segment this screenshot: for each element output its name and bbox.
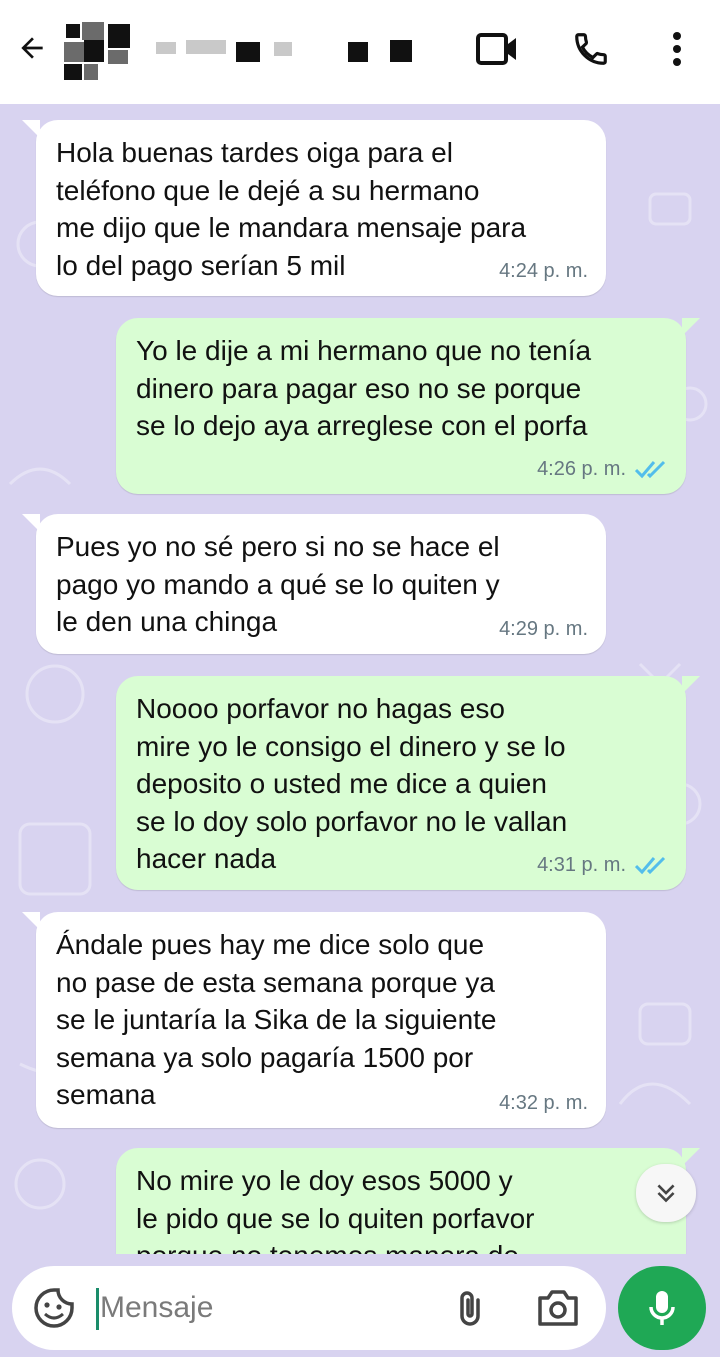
camera-icon[interactable] [534,1286,582,1330]
more-options-button[interactable] [654,26,700,72]
text-cursor [96,1288,99,1330]
chat-header [0,0,720,104]
message-time: 4:26 p. m. [537,457,626,480]
message-bubble-incoming[interactable]: Hola buenas tardes oiga para el teléfono… [22,120,606,296]
sticker-emoji-icon[interactable] [32,1286,76,1330]
double-check-read-icon [634,461,666,479]
video-call-button[interactable] [474,26,520,72]
message-input-container[interactable] [12,1266,606,1350]
message-time: 4:29 p. m. [499,617,588,640]
voice-message-button[interactable] [618,1266,706,1350]
more-vert-icon [673,32,681,66]
back-button[interactable] [12,28,52,68]
message-bubble-outgoing[interactable]: No mire yo le doy esos 5000 y le pido qu… [116,1148,700,1254]
message-time: 4:31 p. m. [537,853,626,876]
microphone-icon [649,1291,675,1325]
voice-call-button[interactable] [568,26,614,72]
chevron-double-down-icon [657,1184,675,1203]
contact-info-redacted[interactable] [60,18,420,82]
message-bubble-incoming[interactable]: Pues yo no sé pero si no se hace el pago… [22,514,606,654]
message-bubble-outgoing[interactable]: Noooo porfavor no hagas eso mire yo le c… [116,676,700,890]
message-text: No mire yo le doy esos 5000 y le pido qu… [136,1165,535,1254]
message-bubble-incoming[interactable]: Ándale pues hay me dice solo que no pase… [22,912,606,1128]
message-time: 4:32 p. m. [499,1091,588,1114]
paperclip-icon[interactable] [448,1286,492,1330]
message-list[interactable]: Hola buenas tardes oiga para el teléfono… [0,104,720,1254]
message-input[interactable] [100,1286,400,1330]
phone-icon [575,33,607,65]
scroll-to-bottom-button[interactable] [636,1164,696,1222]
double-check-read-icon [634,857,666,875]
video-call-icon [476,33,516,65]
message-bubble-outgoing[interactable]: Yo le dije a mi hermano que no tenía din… [116,318,700,494]
arrow-left-icon [21,37,43,59]
composer-bar [0,1254,720,1357]
message-time: 4:24 p. m. [499,259,588,282]
message-text: Yo le dije a mi hermano que no tenía din… [136,335,592,441]
